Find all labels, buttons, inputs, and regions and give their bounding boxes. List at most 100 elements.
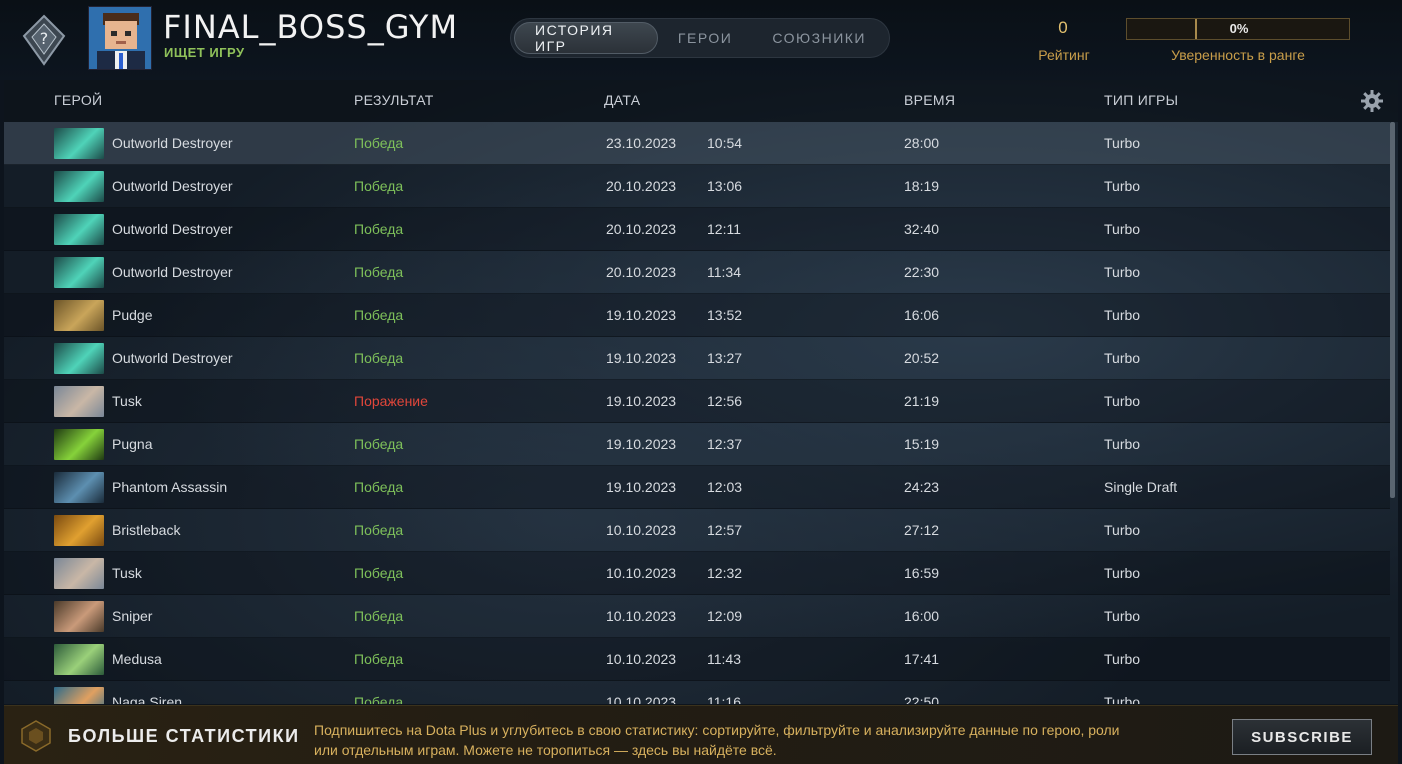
match-duration: 22:30 <box>904 264 940 280</box>
hero-tusk-icon <box>54 558 104 589</box>
match-date: 10.10.2023 <box>606 522 677 538</box>
column-duration[interactable]: ВРЕМЯ <box>904 92 955 108</box>
match-time: 11:16 <box>707 694 741 704</box>
game-mode: Turbo <box>1104 694 1141 704</box>
rank-badge-icon[interactable]: ? <box>20 14 68 66</box>
match-row[interactable]: Bristleback Победа 10.10.2023 12:57 27:12 Tur… <box>4 509 1390 552</box>
confidence-value: 0% <box>1229 21 1249 36</box>
banner-title: БОЛЬШЕ СТАТИСТИКИ <box>68 726 300 746</box>
column-hero[interactable]: ГЕРОЙ <box>54 92 102 108</box>
match-duration: 20:52 <box>904 350 940 366</box>
match-row[interactable]: Outworld Destroyer Победа 20.10.2023 11:34 2… <box>4 251 1390 294</box>
player-status: ИЩЕТ ИГРУ <box>164 45 245 60</box>
match-duration: 32:40 <box>904 221 940 237</box>
tab-heroes[interactable]: ГЕРОИ <box>658 22 752 54</box>
profile-header: ? FINAL_BOSS_GYM ИЩЕТ ИГРУ ИСТОРИЯ ИГР Г… <box>0 0 1402 80</box>
match-time: 12:56 <box>707 393 743 409</box>
match-row[interactable]: Pudge Победа 19.10.2023 13:52 16:06 Turbo <box>4 294 1390 337</box>
match-time: 13:06 <box>707 178 743 194</box>
match-time: 12:03 <box>707 479 743 495</box>
scrollbar[interactable] <box>1390 122 1395 498</box>
hero-medusa-icon <box>54 644 104 675</box>
match-row[interactable]: Outworld Destroyer Победа 23.10.2023 10:54 2… <box>4 122 1390 165</box>
match-row[interactable]: Medusa Победа 10.10.2023 11:43 17:41 Turbo <box>4 638 1390 681</box>
subscribe-button[interactable]: SUBSCRIBE <box>1232 719 1372 755</box>
banner-text: Подпишитесь на Dota Plus и углубитесь в … <box>314 722 1120 758</box>
hero-name: Bristleback <box>112 522 181 538</box>
dota-plus-icon <box>20 720 52 752</box>
gear-icon[interactable] <box>1360 89 1384 113</box>
hero-od-icon <box>54 257 104 288</box>
match-duration: 28:00 <box>904 135 940 151</box>
match-duration: 21:19 <box>904 393 940 409</box>
match-date: 20.10.2023 <box>606 221 677 237</box>
game-mode: Turbo <box>1104 608 1141 624</box>
match-row[interactable]: Pugna Победа 19.10.2023 12:37 15:19 Turbo <box>4 423 1390 466</box>
match-result: Победа <box>354 221 404 237</box>
match-time: 10:54 <box>707 135 743 151</box>
column-result[interactable]: РЕЗУЛЬТАТ <box>354 92 434 108</box>
hero-name: Outworld Destroyer <box>112 178 233 194</box>
match-date: 20.10.2023 <box>606 178 677 194</box>
game-mode: Turbo <box>1104 522 1141 538</box>
match-row[interactable]: Tusk Поражение 19.10.2023 12:56 21:19 Turbo <box>4 380 1390 423</box>
hero-name: Outworld Destroyer <box>112 221 233 237</box>
rating-label: Рейтинг <box>1038 47 1090 63</box>
hero-od-icon <box>54 171 104 202</box>
confidence-label: Уверенность в ранге <box>1171 47 1305 63</box>
tab-allies[interactable]: СОЮЗНИКИ <box>752 22 886 54</box>
game-mode: Turbo <box>1104 221 1141 237</box>
hero-name: Pugna <box>112 436 153 452</box>
match-duration: 17:41 <box>904 651 940 667</box>
match-result: Победа <box>354 350 404 366</box>
match-row[interactable]: Phantom Assassin Победа 19.10.2023 12:03 24:… <box>4 466 1390 509</box>
svg-text:?: ? <box>40 29 49 48</box>
game-mode: Turbo <box>1104 565 1141 581</box>
match-time: 12:11 <box>707 221 741 237</box>
match-result: Победа <box>354 436 404 452</box>
hero-pugna-icon <box>54 429 104 460</box>
match-result: Победа <box>354 178 404 194</box>
table-header: ГЕРОЙ РЕЗУЛЬТАТ ДАТА ВРЕМЯ ТИП ИГРЫ <box>4 80 1398 122</box>
game-mode: Turbo <box>1104 651 1141 667</box>
tab-match-history[interactable]: ИСТОРИЯ ИГР <box>514 22 658 54</box>
match-row[interactable]: Sniper Победа 10.10.2023 12:09 16:00 Turbo <box>4 595 1390 638</box>
match-duration: 24:23 <box>904 479 940 495</box>
player-name: FINAL_BOSS_GYM <box>163 8 459 46</box>
match-time: 12:37 <box>707 436 743 452</box>
match-duration: 16:00 <box>904 608 940 624</box>
column-date[interactable]: ДАТА <box>604 92 640 108</box>
avatar[interactable] <box>88 6 152 70</box>
hero-naga-icon <box>54 687 104 704</box>
match-time: 12:57 <box>707 522 743 538</box>
match-row[interactable]: Outworld Destroyer Победа 20.10.2023 13:06 1… <box>4 165 1390 208</box>
hero-name: Sniper <box>112 608 153 624</box>
match-row[interactable]: Naga Siren Победа 10.10.2023 11:16 22:50 Turb… <box>4 681 1390 704</box>
rank-confidence-bar: 0% <box>1126 18 1350 40</box>
hero-name: Outworld Destroyer <box>112 264 233 280</box>
match-time: 11:34 <box>707 264 741 280</box>
hero-name: Tusk <box>112 393 142 409</box>
match-row[interactable]: Outworld Destroyer Победа 19.10.2023 13:27 2… <box>4 337 1390 380</box>
match-list: Outworld Destroyer Победа 23.10.2023 10:54 2… <box>4 122 1390 704</box>
match-time: 11:43 <box>707 651 741 667</box>
match-duration: 15:19 <box>904 436 940 452</box>
column-game-mode[interactable]: ТИП ИГРЫ <box>1104 92 1178 108</box>
hero-name: Outworld Destroyer <box>112 135 233 151</box>
profile-tabs: ИСТОРИЯ ИГР ГЕРОИ СОЮЗНИКИ <box>510 18 890 58</box>
match-time: 13:27 <box>707 350 743 366</box>
match-result: Победа <box>354 479 404 495</box>
match-row[interactable]: Outworld Destroyer Победа 20.10.2023 12:11 3… <box>4 208 1390 251</box>
hero-tusk-icon <box>54 386 104 417</box>
match-date: 10.10.2023 <box>606 651 677 667</box>
game-mode: Turbo <box>1104 393 1141 409</box>
rating-value: 0 <box>1058 18 1068 37</box>
match-history-panel: ГЕРОЙ РЕЗУЛЬТАТ ДАТА ВРЕМЯ ТИП ИГРЫ Outw… <box>4 80 1398 704</box>
match-time: 12:09 <box>707 608 743 624</box>
match-date: 23.10.2023 <box>606 135 677 151</box>
game-mode: Turbo <box>1104 350 1141 366</box>
hero-name: Medusa <box>112 651 162 667</box>
hero-sniper-icon <box>54 601 104 632</box>
match-duration: 27:12 <box>904 522 940 538</box>
match-row[interactable]: Tusk Победа 10.10.2023 12:32 16:59 Turbo <box>4 552 1390 595</box>
